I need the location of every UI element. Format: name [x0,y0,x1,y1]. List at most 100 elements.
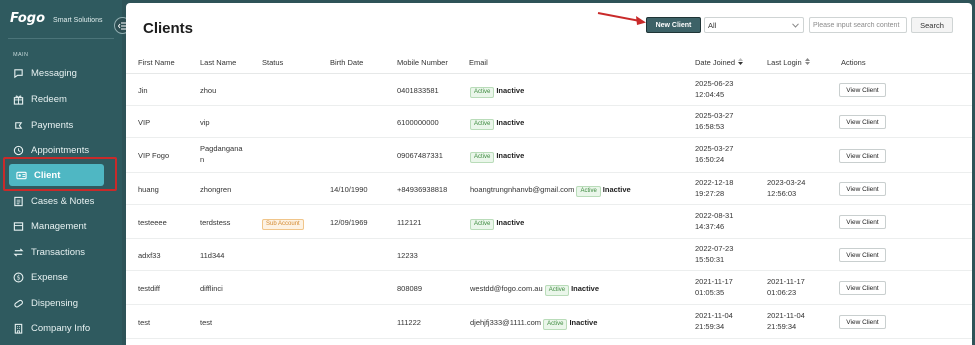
chevron-down-icon [792,21,799,30]
search-input[interactable] [809,17,907,33]
sidebar-item-label: Company Info [31,322,91,334]
main-panel: Clients New Client All Search First Name… [126,3,972,345]
sidebar-item-redeem[interactable]: Redeem [6,88,116,110]
header-first-name[interactable]: First Name [138,51,175,73]
last-login-date: 2023-03-24 [767,178,806,187]
arrow-annotation [597,12,646,25]
table-row: huang zhongren 14/10/1990 +84936938818 h… [126,174,972,205]
last-login-time: 12:56:03 [767,189,797,198]
last-name-cell: zhongren [200,185,232,194]
gift-icon [12,93,24,105]
active-badge: Active [470,119,495,130]
sidebar-item-transactions[interactable]: Transactions [6,241,116,263]
view-client-button[interactable]: View Client [839,115,886,129]
last-name-cell: test [200,318,213,327]
view-client-button[interactable]: View Client [839,83,886,97]
sidebar-item-label: Payments [31,119,74,131]
header-actions: Actions [841,57,866,67]
status-filter-select[interactable]: All [704,17,804,33]
brand-subtitle: Smart Solutions [53,17,103,24]
sort-icon[interactable] [804,57,810,67]
active-badge: Active [470,152,495,163]
first-name-cell: test [138,318,151,327]
search-button[interactable]: Search [911,17,953,33]
active-badge: Active [576,186,601,197]
header-birth-date[interactable]: Birth Date [330,51,363,73]
sidebar-item-messaging[interactable]: Messaging [6,62,116,84]
brand[interactable]: Fogo Smart Solutions [10,11,102,26]
date-joined-time: 01:05:35 [695,288,725,297]
filter-value: All [708,20,717,30]
mobile-cell: 112121 [397,218,422,227]
sub-account-badge: Sub Account [262,219,304,230]
sidebar-item-payments[interactable]: Payments [6,114,116,136]
sidebar-item-dispensing[interactable]: Dispensing [6,292,116,314]
transactions-icon [12,246,24,258]
table-row: Jin zhou 0401833581 Active Inactive 2025-… [126,74,972,106]
sidebar-item-label: Transactions [31,246,86,258]
email-cell: Active Inactive [470,150,524,163]
header-date-joined[interactable]: Date Joined [695,51,744,73]
view-client-button[interactable]: View Client [839,315,886,329]
sidebar-item-label: Redeem [31,93,67,105]
last-name-cell: difflinci [200,284,223,293]
header-last-login[interactable]: Last Login [767,51,810,73]
email-cell: westdd@fogo.com.au Active Inactive [470,283,599,296]
capsule-icon [12,297,24,309]
mobile-cell: 808089 [397,284,423,293]
status-cell: Sub Account [262,217,304,230]
header-status[interactable]: Status [262,51,283,73]
email-address: westdd@fogo.com.au [470,284,543,293]
logo[interactable]: Fogo [10,11,45,26]
sidebar-item-expense[interactable]: $ Expense [6,266,116,288]
active-badge: Active [543,319,568,330]
first-name-cell: VIP Fogo [138,151,170,160]
birth-date-cell: 12/09/1969 [330,218,368,227]
view-client-button[interactable]: View Client [839,248,886,262]
first-name-cell: Jin [138,86,148,95]
header-last-name[interactable]: Last Name [200,51,236,73]
new-client-button[interactable]: New Client [646,17,701,33]
active-badge: Active [544,285,570,296]
date-joined-date: 2021-11-17 [695,277,733,286]
inactive-status: Inactive [496,151,525,160]
last-name-cell: zhou [200,86,217,95]
first-name-cell: testdiff [138,284,160,293]
dollar-icon: $ [12,271,24,283]
view-client-button[interactable]: View Client [839,281,886,295]
table-row: test test 111222 djehjfj333@1111.com Act… [126,306,972,339]
sort-descending-icon[interactable] [738,57,744,67]
view-client-button[interactable]: View Client [839,182,886,196]
inactive-status: Inactive [496,218,525,227]
table-row: VIP vip 6100000000 Active Inactive 2025-0… [126,107,972,138]
view-client-button[interactable]: View Client [839,215,886,229]
building-icon [12,322,24,334]
sidebar-item-label: Expense [31,271,68,283]
date-joined-time: 14:37:46 [695,222,725,231]
last-name-cell: 11d344 [200,251,225,260]
sidebar-item-company-info[interactable]: Company Info [6,317,116,339]
chat-icon [12,67,24,79]
sidebar-item-cases-notes[interactable]: Cases & Notes [6,190,116,212]
view-client-button[interactable]: View Client [839,149,886,163]
last-login-time: 21:59:34 [767,322,797,331]
birth-date-cell: 14/10/1990 [330,185,368,194]
mobile-cell: 09067487331 [397,151,443,160]
sidebar-item-label: Management [31,220,87,232]
header-mobile-number[interactable]: Mobile Number [397,51,448,73]
mobile-cell: 12233 [397,251,418,260]
last-name-line: Pagdangana [200,144,243,153]
sidebar-item-management[interactable]: Management [6,215,116,237]
active-badge: Active [470,87,495,98]
active-badge: Active [470,219,495,230]
email-cell: djehjfj333@1111.com Active Inactive [470,317,597,330]
date-joined-cell: 2021-11-17 01:05:35 [695,276,733,298]
last-name-cell: vip [200,118,210,127]
email-cell: Active Inactive [470,117,524,130]
svg-text:$: $ [16,274,20,281]
clock-icon [12,144,24,156]
sidebar: Fogo Smart Solutions MAIN Messaging Rede… [0,0,122,345]
inactive-status: Inactive [496,118,525,127]
sidebar-divider [8,38,114,39]
header-email[interactable]: Email [469,51,488,73]
